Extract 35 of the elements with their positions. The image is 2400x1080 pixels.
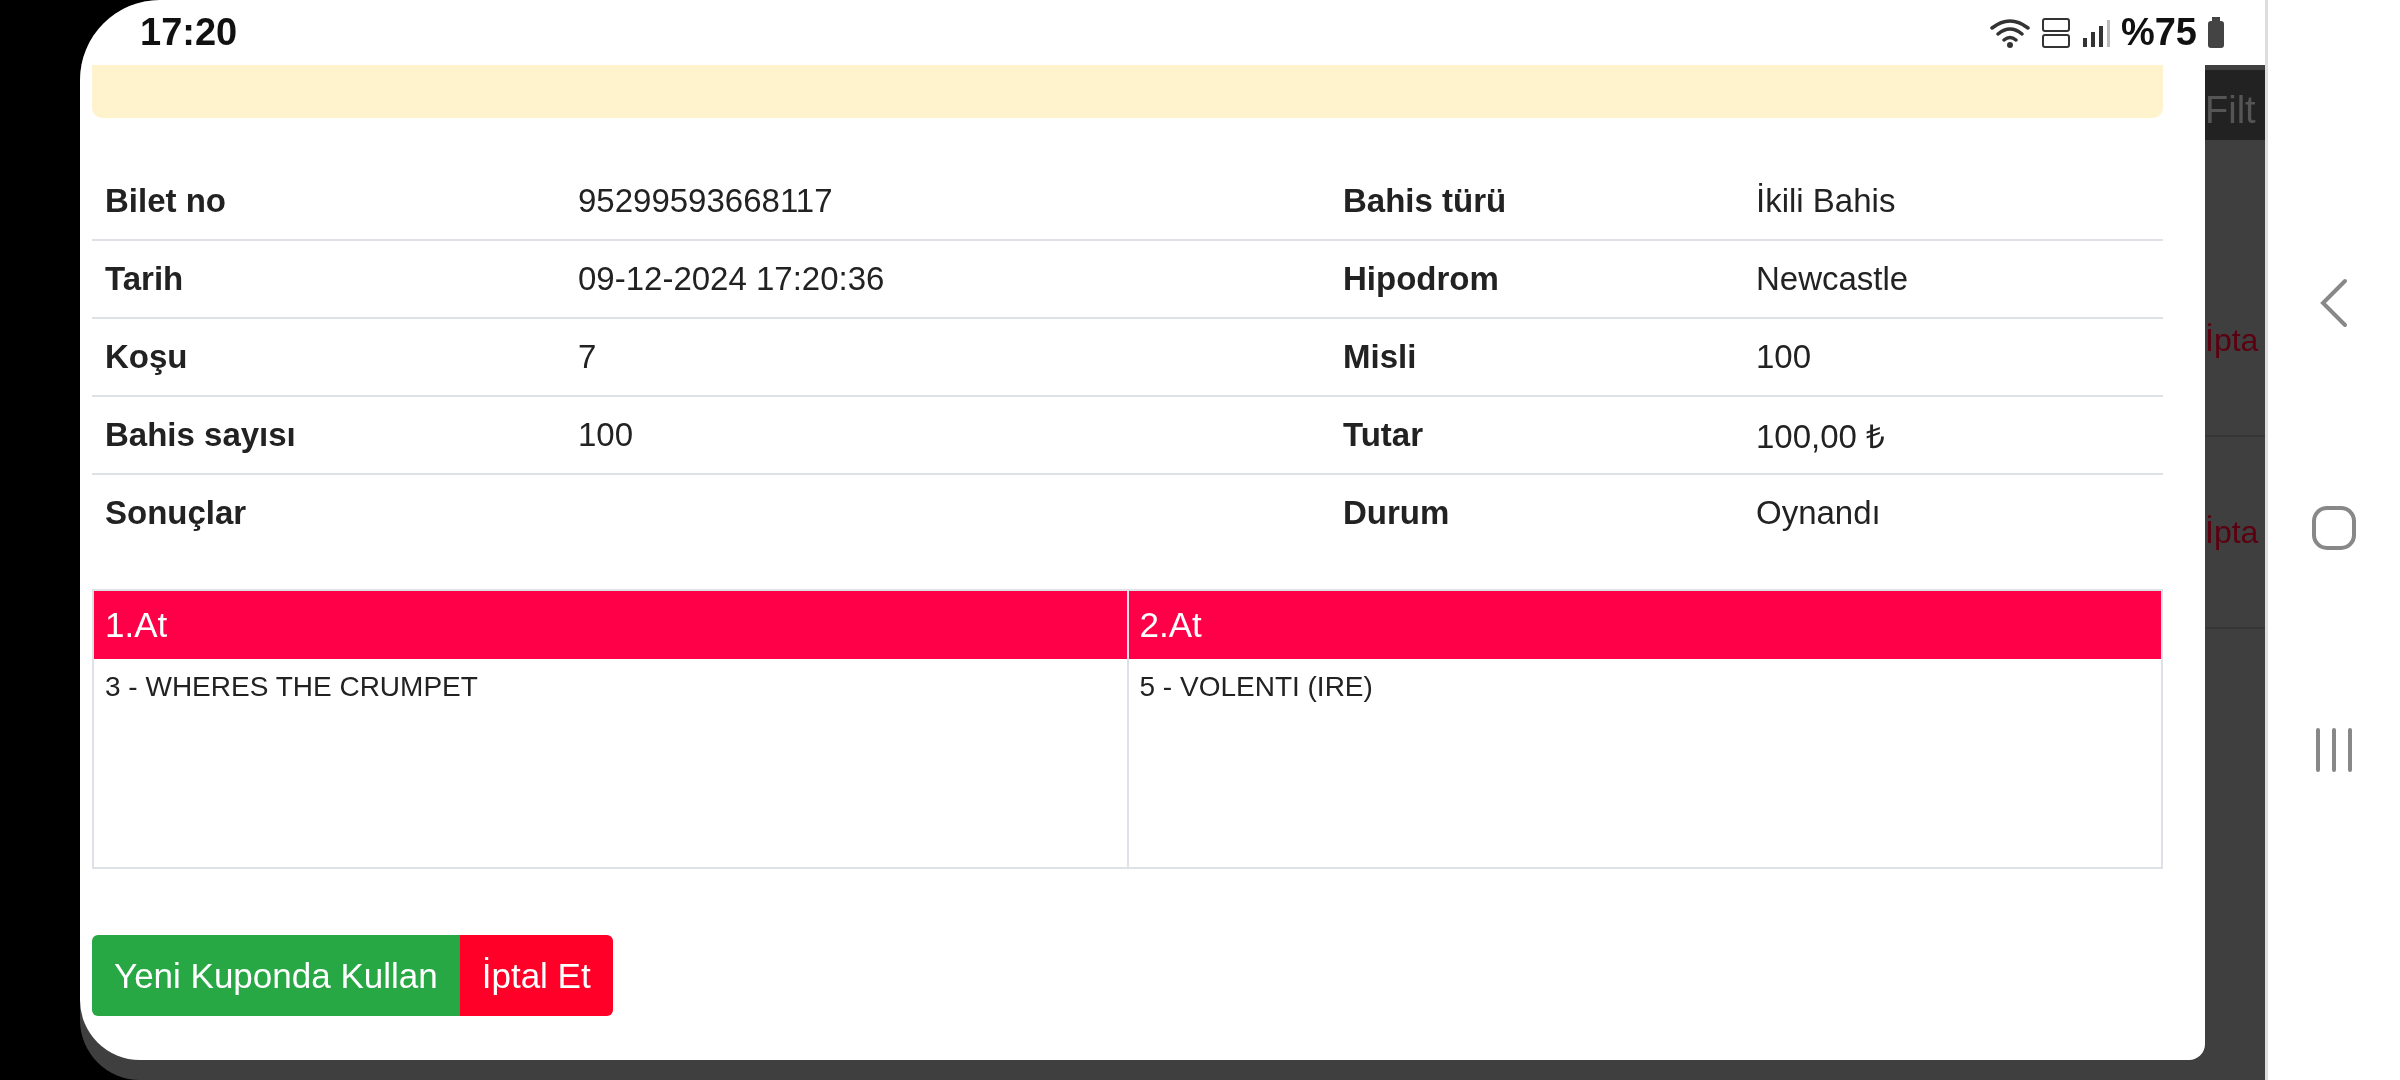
- back-icon[interactable]: [2319, 278, 2349, 329]
- wifi-icon: [1988, 16, 2031, 49]
- home-icon[interactable]: [2311, 505, 2357, 551]
- status-time: 17:20: [140, 11, 238, 54]
- horse-name: 5 - VOLENTI (IRE): [1139, 671, 1374, 703]
- field-value: 95299593668117: [578, 182, 833, 219]
- battery-icon: [2207, 16, 2225, 49]
- field-label: Hipodrom: [1343, 260, 1500, 298]
- field-label: Bahis türü: [1343, 182, 1508, 220]
- field-value: İkili Bahis: [1756, 182, 1897, 220]
- field-value: 100: [1756, 338, 1813, 376]
- horse-name: 3 - WHERES THE CRUMPET: [105, 671, 479, 703]
- battery-percent: %75: [2120, 11, 2197, 54]
- field-label: Koşu: [105, 338, 189, 376]
- field-value: Newcastle: [1756, 260, 1910, 298]
- field-value: 09-12-2024 17:20:36: [578, 260, 885, 297]
- field-value: 100: [578, 416, 634, 453]
- column-header: 1.At: [94, 591, 1127, 659]
- field-value: 100,00 ₺: [1756, 416, 1887, 457]
- cancel-button[interactable]: İptal Et: [459, 935, 613, 1016]
- field-label: Bilet no: [105, 182, 227, 220]
- recents-icon[interactable]: [2313, 727, 2355, 772]
- field-label: Durum: [1343, 494, 1451, 532]
- field-label: Tarih: [105, 260, 185, 298]
- cancel-link[interactable]: İpta: [2205, 321, 2259, 359]
- signal-icon: [2080, 17, 2111, 48]
- field-label: Sonuçlar: [105, 494, 248, 532]
- column-header: 2.At: [1128, 591, 2161, 659]
- field-label: Bahis sayısı: [105, 416, 297, 454]
- field-label: Tutar: [1343, 416, 1425, 454]
- field-value: 7: [578, 338, 597, 375]
- field-label: Misli: [1343, 338, 1418, 376]
- use-coupon-button[interactable]: Yeni Kuponda Kullan: [92, 935, 460, 1016]
- cancel-link[interactable]: İpta: [2205, 513, 2259, 551]
- field-value: Oynandı: [1756, 494, 1882, 532]
